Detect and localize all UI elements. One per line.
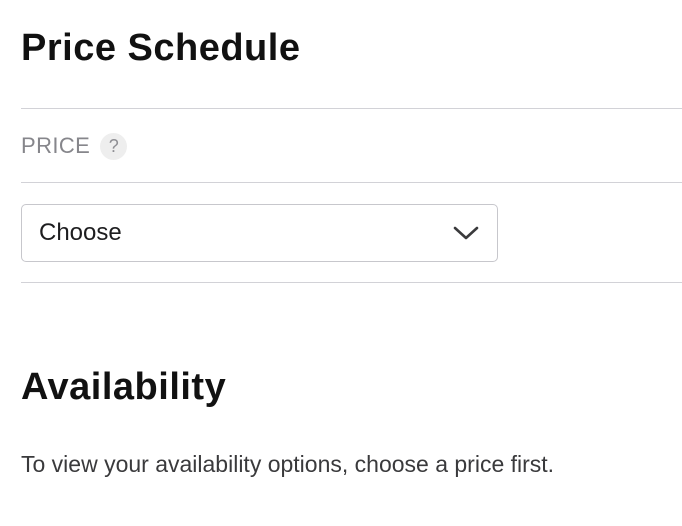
availability-title: Availability: [21, 366, 227, 408]
availability-message: To view your availability options, choos…: [21, 451, 555, 477]
divider: [21, 182, 682, 183]
question-mark-icon[interactable]: ?: [100, 132, 128, 160]
chevron-down-icon: [453, 225, 479, 241]
price-label-row: PRICE ?: [21, 130, 128, 162]
divider: [21, 282, 682, 283]
price-select-value: Choose: [39, 219, 122, 246]
price-schedule-title: Price Schedule: [21, 27, 301, 69]
divider: [21, 108, 682, 109]
price-select[interactable]: Choose: [21, 204, 498, 262]
price-label: PRICE: [21, 133, 91, 158]
